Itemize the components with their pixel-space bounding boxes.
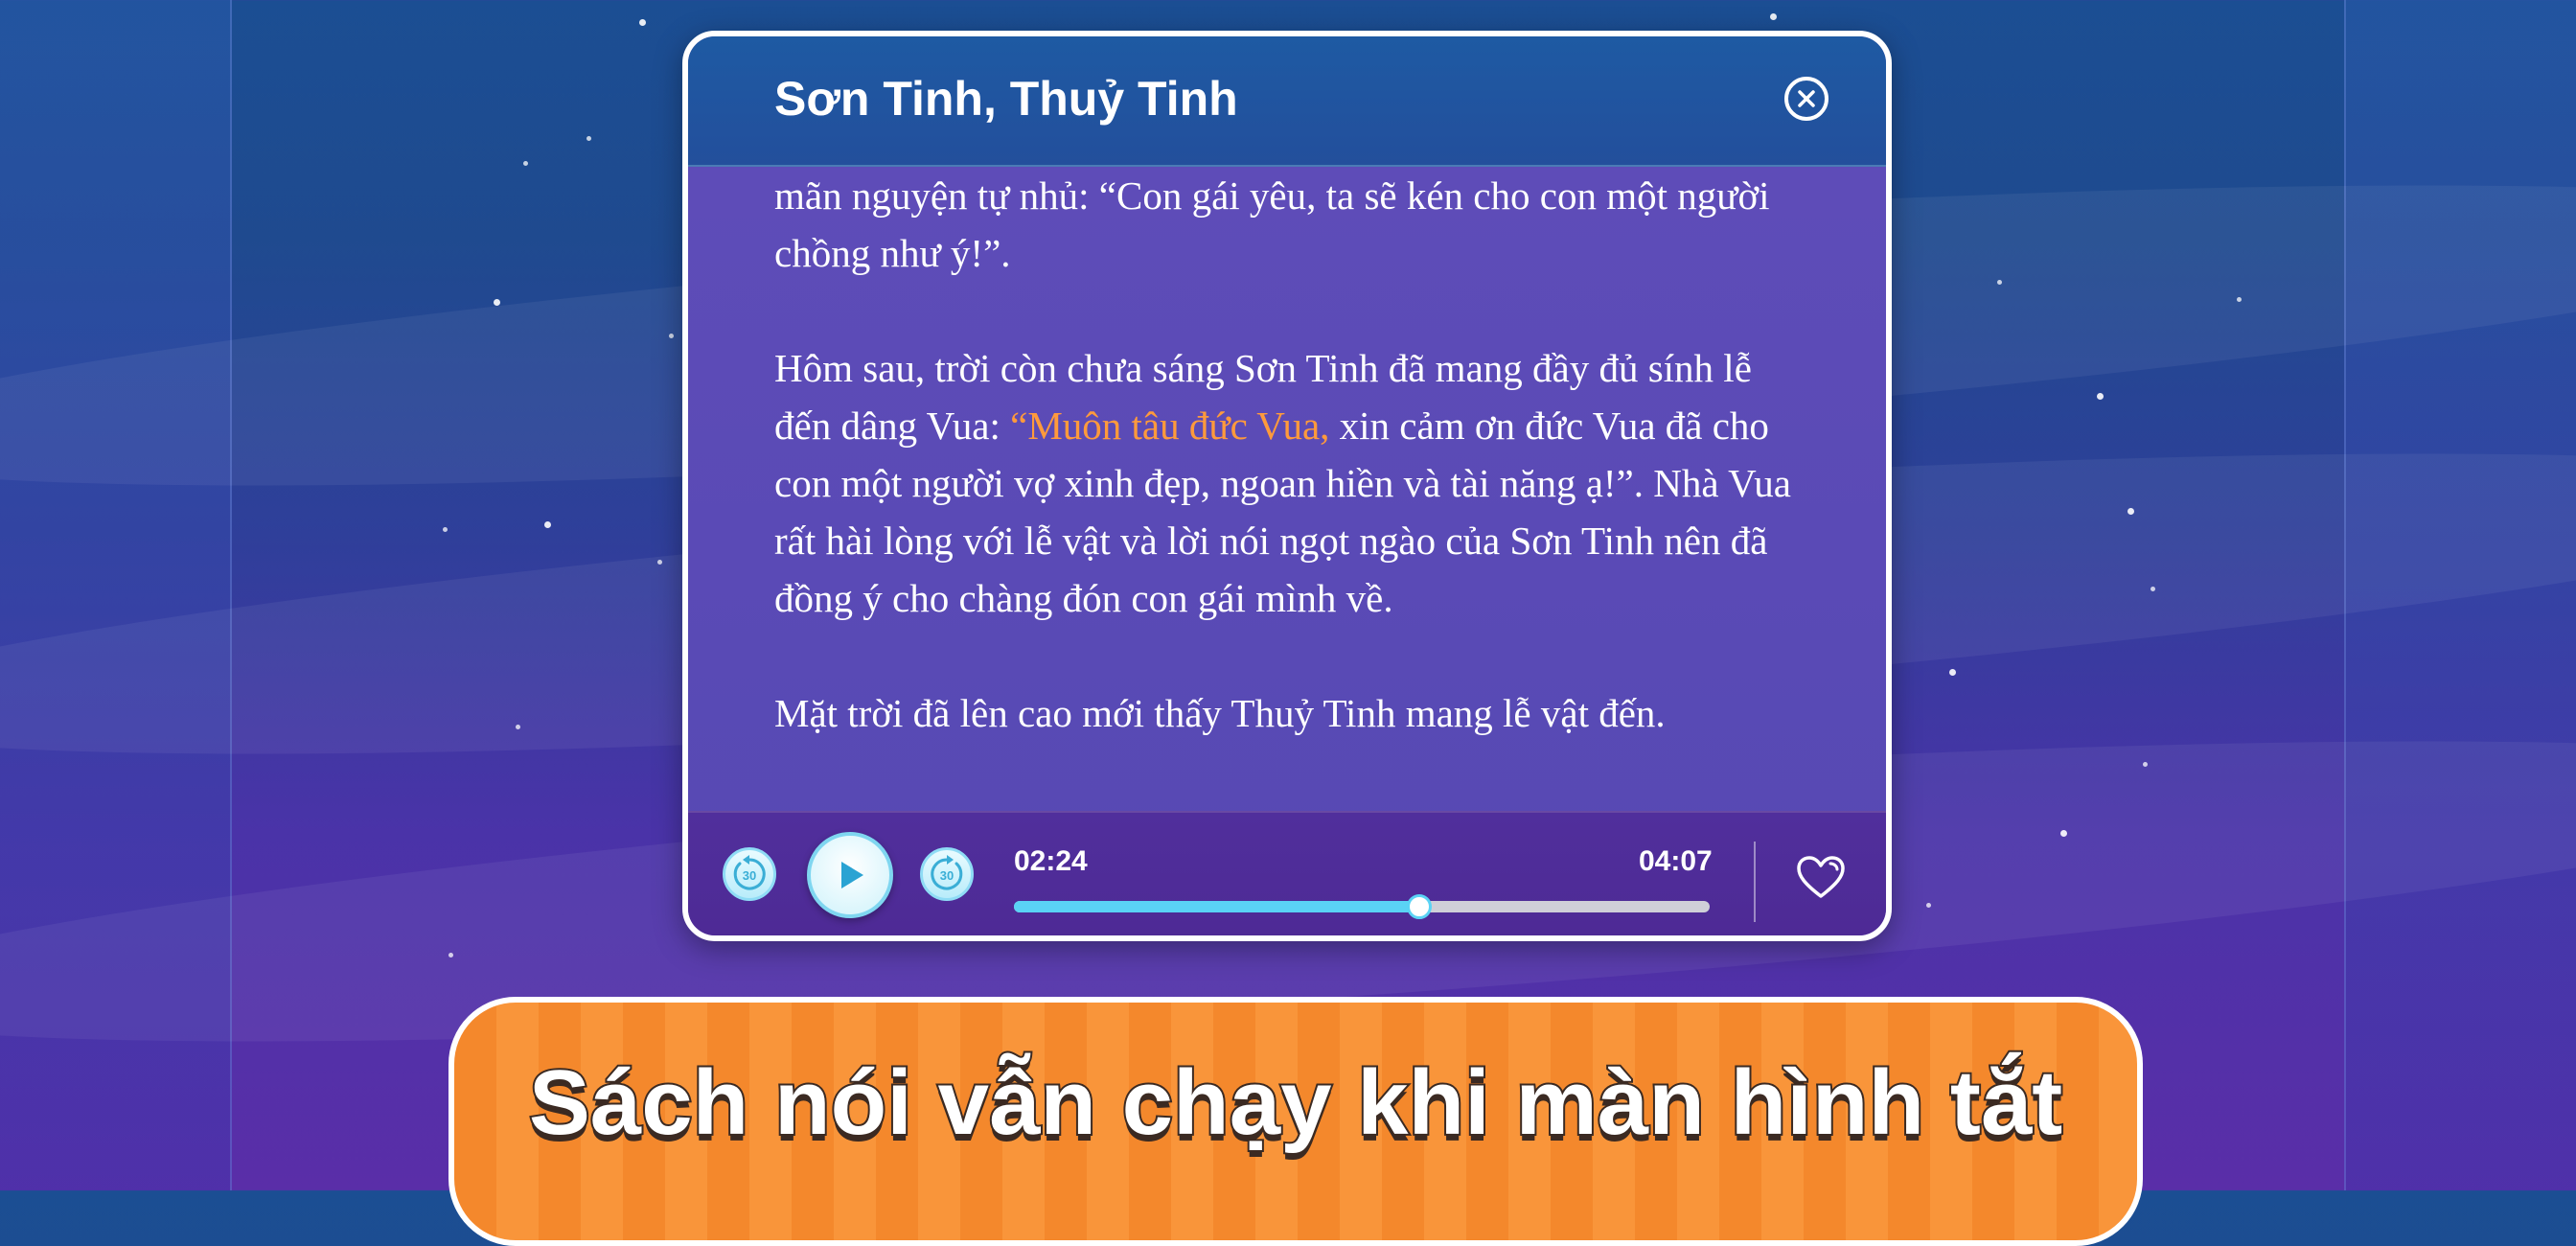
promo-banner: Sách nói vẫn chạy khi màn hình tắt [448, 997, 2143, 1246]
favorite-button[interactable] [1794, 853, 1848, 901]
rewind-30-label: 30 [743, 868, 756, 883]
dialog-header: Sơn Tinh, Thuỷ Tinh [688, 36, 1886, 167]
close-button[interactable] [1784, 77, 1828, 121]
story-text-scroll-area[interactable]: mãn nguyện tự nhủ: “Con gái yêu, ta sẽ k… [688, 167, 1886, 847]
progress-handle[interactable] [1407, 894, 1433, 919]
forward-30-icon: 30 [931, 855, 963, 890]
audio-player-bar: 30 30 02:24 04:07 [688, 811, 1886, 935]
forward-30-button[interactable]: 30 [920, 847, 974, 901]
story-paragraph: Hôm sau, trời còn chưa sáng Sơn Tinh đã … [774, 339, 1800, 627]
forward-30-label: 30 [940, 868, 954, 883]
promo-banner-text: Sách nói vẫn chạy khi màn hình tắt [527, 1050, 2064, 1156]
player-divider [1754, 842, 1756, 922]
audiobook-dialog: Sơn Tinh, Thuỷ Tinh mãn nguyện tự nhủ: “… [682, 31, 1892, 941]
heart-icon [1797, 856, 1845, 898]
rewind-30-icon: 30 [733, 855, 766, 890]
play-icon [841, 862, 863, 888]
story-paragraph: mãn nguyện tự nhủ: “Con gái yêu, ta sẽ k… [774, 173, 1770, 275]
rewind-30-button[interactable]: 30 [723, 847, 776, 901]
story-text: mãn nguyện tự nhủ: “Con gái yêu, ta sẽ k… [774, 167, 1800, 799]
close-icon [1798, 90, 1815, 107]
total-duration: 04:07 [1639, 845, 1713, 877]
progress-slider[interactable] [1014, 894, 1710, 919]
story-paragraph: Mặt trời đã lên cao mới thấy Thuỷ Tinh m… [774, 691, 1666, 735]
book-title: Sơn Tinh, Thuỷ Tinh [774, 72, 1238, 126]
highlighted-text: “Muôn tâu đức Vua, [1010, 404, 1330, 448]
play-button[interactable] [807, 832, 893, 918]
elapsed-time: 02:24 [1014, 845, 1088, 877]
progress-fill [1014, 901, 1420, 912]
